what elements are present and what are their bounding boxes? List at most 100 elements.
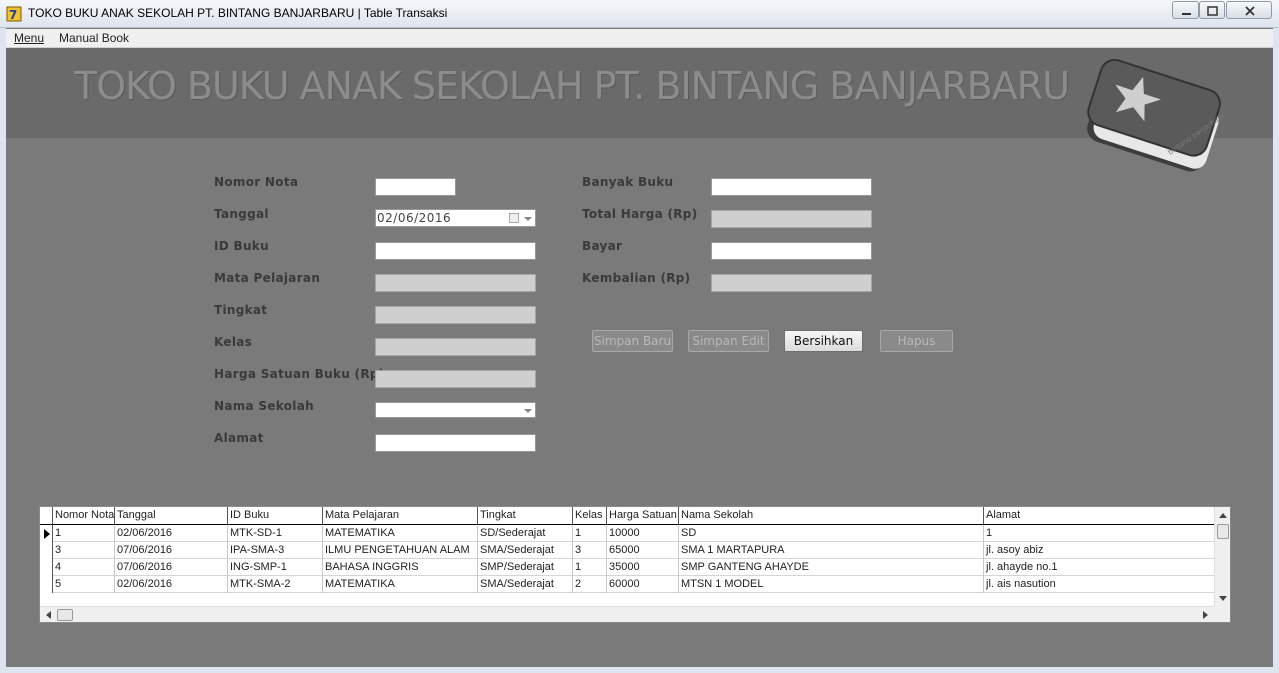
cell-alamat[interactable]: jl. ahayde no.1 bbox=[984, 559, 1214, 576]
cell-nomor-nota[interactable]: 1 bbox=[53, 525, 115, 542]
cell-kelas[interactable]: 2 bbox=[573, 576, 607, 593]
cell-id-buku[interactable]: ING-SMP-1 bbox=[228, 559, 323, 576]
cell-kelas[interactable]: 3 bbox=[573, 542, 607, 559]
column-header-tingkat[interactable]: Tingkat bbox=[478, 507, 573, 524]
svg-text:7: 7 bbox=[9, 8, 17, 22]
table-row[interactable]: 3 07/06/2016 IPA-SMA-3 ILMU PENGETAHUAN … bbox=[40, 542, 1214, 559]
cell-alamat[interactable]: jl. asoy abiz bbox=[984, 542, 1214, 559]
restore-icon bbox=[1207, 6, 1218, 16]
banyak-buku-input[interactable] bbox=[711, 178, 872, 196]
tanggal-value: 02/06/2016 bbox=[377, 211, 452, 225]
kelas-field bbox=[375, 338, 536, 356]
calendar-icon[interactable] bbox=[509, 213, 519, 223]
bersihkan-button[interactable]: Bersihkan bbox=[784, 330, 863, 352]
vertical-scrollbar[interactable] bbox=[1214, 507, 1230, 606]
nama-sekolah-dropdown[interactable] bbox=[375, 402, 536, 418]
cell-harga-satuan[interactable]: 35000 bbox=[607, 559, 679, 576]
scroll-right-arrow-icon[interactable] bbox=[1198, 607, 1212, 623]
scroll-left-arrow-icon[interactable] bbox=[42, 607, 56, 623]
cell-tanggal[interactable]: 02/06/2016 bbox=[115, 525, 228, 542]
row-header[interactable] bbox=[40, 525, 53, 542]
cell-harga-satuan[interactable]: 60000 bbox=[607, 576, 679, 593]
cell-alamat[interactable]: 1 bbox=[984, 525, 1214, 542]
cell-nama-sekolah[interactable]: SD bbox=[679, 525, 984, 542]
nomor-nota-input[interactable] bbox=[375, 178, 456, 196]
horizontal-scroll-thumb[interactable] bbox=[57, 609, 73, 621]
label-total-harga: Total Harga (Rp) bbox=[582, 207, 698, 221]
cell-kelas[interactable]: 1 bbox=[573, 525, 607, 542]
column-header-harga-satuan[interactable]: Harga Satuan bbox=[607, 507, 679, 524]
harga-satuan-field bbox=[375, 370, 536, 388]
column-header-mata-pelajaran[interactable]: Mata Pelajaran bbox=[323, 507, 478, 524]
cell-mata-pelajaran[interactable]: ILMU PENGETAHUAN ALAM bbox=[323, 542, 478, 559]
column-header-tanggal[interactable]: Tanggal bbox=[115, 507, 228, 524]
transaksi-table[interactable]: Nomor Nota Tanggal ID Buku Mata Pelajara… bbox=[39, 506, 1231, 623]
chevron-down-icon[interactable] bbox=[524, 409, 532, 413]
label-kembalian: Kembalian (Rp) bbox=[582, 271, 691, 285]
current-row-icon bbox=[44, 529, 50, 539]
cell-id-buku[interactable]: MTK-SD-1 bbox=[228, 525, 323, 542]
kembalian-field bbox=[711, 274, 872, 292]
column-header-alamat[interactable]: Alamat bbox=[984, 507, 1214, 524]
table-row[interactable]: 1 02/06/2016 MTK-SD-1 MATEMATIKA SD/Sede… bbox=[40, 525, 1214, 542]
column-header-nama-sekolah[interactable]: Nama Sekolah bbox=[679, 507, 984, 524]
tanggal-date-picker[interactable]: 02/06/2016 bbox=[375, 209, 536, 227]
window-title: TOKO BUKU ANAK SEKOLAH PT. BINTANG BANJA… bbox=[28, 6, 448, 20]
column-header-nomor-nota[interactable]: Nomor Nota bbox=[53, 507, 115, 524]
menu-item-manual-book[interactable]: Manual Book bbox=[59, 31, 129, 45]
maximize-button[interactable] bbox=[1199, 1, 1225, 19]
table-header: Nomor Nota Tanggal ID Buku Mata Pelajara… bbox=[40, 507, 1214, 525]
row-header[interactable] bbox=[40, 576, 53, 593]
scroll-up-arrow-icon[interactable] bbox=[1215, 509, 1231, 523]
cell-tanggal[interactable]: 07/06/2016 bbox=[115, 559, 228, 576]
cell-tingkat[interactable]: SMA/Sederajat bbox=[478, 542, 573, 559]
cell-harga-satuan[interactable]: 65000 bbox=[607, 542, 679, 559]
menu-item-menu[interactable]: Menu bbox=[14, 31, 44, 45]
label-tingkat: Tingkat bbox=[214, 303, 268, 317]
cell-nomor-nota[interactable]: 3 bbox=[53, 542, 115, 559]
banner-title: TOKO BUKU ANAK SEKOLAH PT. BINTANG BANJA… bbox=[74, 64, 1070, 108]
simpan-baru-button[interactable]: Simpan Baru bbox=[592, 330, 673, 352]
cell-tingkat[interactable]: SMA/Sederajat bbox=[478, 576, 573, 593]
column-header-kelas[interactable]: Kelas bbox=[573, 507, 607, 524]
cell-kelas[interactable]: 1 bbox=[573, 559, 607, 576]
cell-id-buku[interactable]: IPA-SMA-3 bbox=[228, 542, 323, 559]
scrollbar-corner bbox=[1214, 606, 1230, 622]
column-header-id-buku[interactable]: ID Buku bbox=[228, 507, 323, 524]
close-icon bbox=[1245, 6, 1255, 16]
row-header[interactable] bbox=[40, 542, 53, 559]
app-icon: 7 bbox=[6, 6, 22, 22]
row-header[interactable] bbox=[40, 559, 53, 576]
vertical-scroll-thumb[interactable] bbox=[1217, 524, 1229, 539]
cell-nama-sekolah[interactable]: MTSN 1 MODEL bbox=[679, 576, 984, 593]
cell-mata-pelajaran[interactable]: BAHASA INGGRIS bbox=[323, 559, 478, 576]
cell-tanggal[interactable]: 07/06/2016 bbox=[115, 542, 228, 559]
simpan-edit-button[interactable]: Simpan Edit bbox=[688, 330, 769, 352]
scroll-down-arrow-icon[interactable] bbox=[1215, 591, 1231, 605]
label-kelas: Kelas bbox=[214, 335, 253, 349]
label-alamat: Alamat bbox=[214, 431, 264, 445]
hapus-button[interactable]: Hapus bbox=[880, 330, 953, 352]
label-tanggal: Tanggal bbox=[214, 207, 269, 221]
close-button[interactable] bbox=[1226, 1, 1272, 19]
cell-tanggal[interactable]: 02/06/2016 bbox=[115, 576, 228, 593]
table-row[interactable]: 4 07/06/2016 ING-SMP-1 BAHASA INGGRIS SM… bbox=[40, 559, 1214, 576]
cell-nomor-nota[interactable]: 5 bbox=[53, 576, 115, 593]
cell-tingkat[interactable]: SD/Sederajat bbox=[478, 525, 573, 542]
cell-nama-sekolah[interactable]: SMP GANTENG AHAYDE bbox=[679, 559, 984, 576]
minimize-button[interactable] bbox=[1172, 1, 1199, 19]
cell-mata-pelajaran[interactable]: MATEMATIKA bbox=[323, 525, 478, 542]
horizontal-scrollbar[interactable] bbox=[40, 606, 1214, 622]
cell-id-buku[interactable]: MTK-SMA-2 bbox=[228, 576, 323, 593]
bayar-input[interactable] bbox=[711, 242, 872, 260]
chevron-down-icon[interactable] bbox=[524, 217, 532, 221]
alamat-input[interactable] bbox=[375, 434, 536, 452]
cell-nama-sekolah[interactable]: SMA 1 MARTAPURA bbox=[679, 542, 984, 559]
table-row[interactable]: 5 02/06/2016 MTK-SMA-2 MATEMATIKA SMA/Se… bbox=[40, 576, 1214, 593]
cell-tingkat[interactable]: SMP/Sederajat bbox=[478, 559, 573, 576]
cell-alamat[interactable]: jl. ais nasution bbox=[984, 576, 1214, 593]
cell-nomor-nota[interactable]: 4 bbox=[53, 559, 115, 576]
id-buku-input[interactable] bbox=[375, 242, 536, 260]
cell-mata-pelajaran[interactable]: MATEMATIKA bbox=[323, 576, 478, 593]
cell-harga-satuan[interactable]: 10000 bbox=[607, 525, 679, 542]
